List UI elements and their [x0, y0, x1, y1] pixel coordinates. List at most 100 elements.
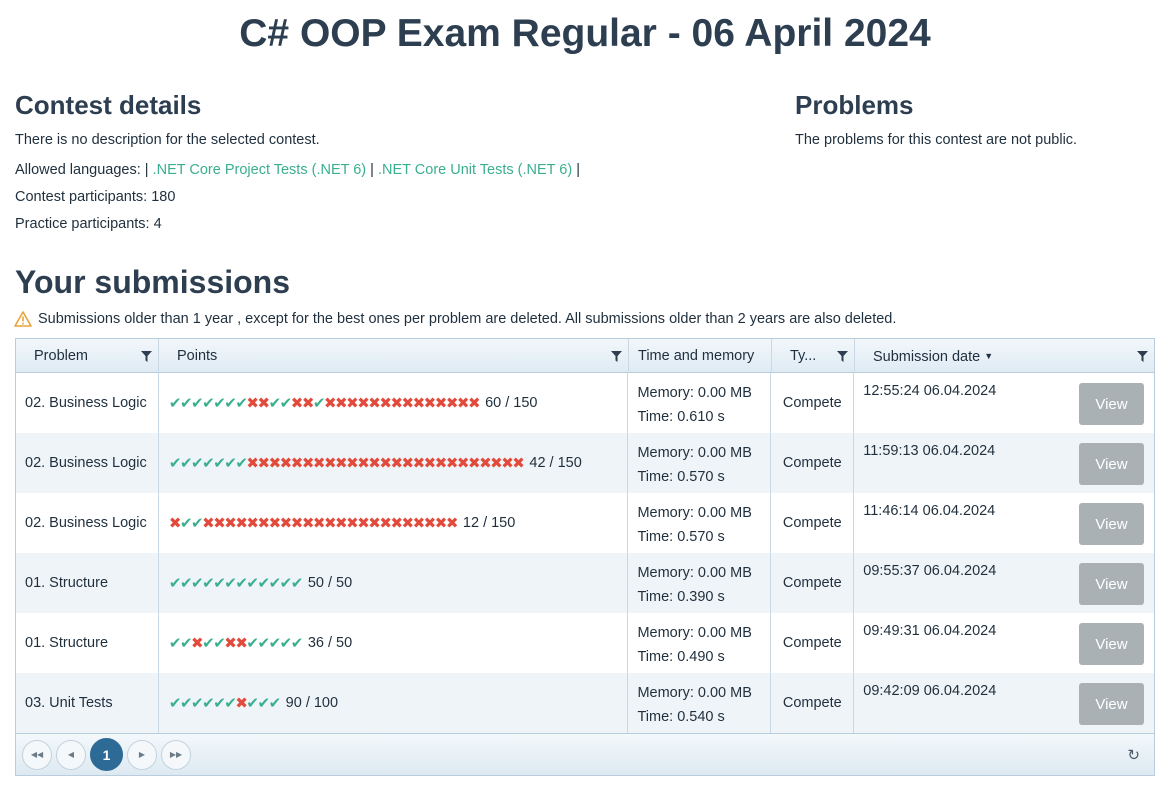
- problems-heading: Problems: [795, 90, 914, 120]
- submissions-grid: Problem Points Time and memory Ty... Sub…: [15, 338, 1155, 776]
- submission-date-cell: 11:46:14 06.04.2024 View: [854, 493, 1154, 553]
- column-header-type[interactable]: Ty...: [772, 339, 855, 373]
- points-value: 12 / 150: [462, 515, 516, 531]
- time-value: Time: 0.540 s: [637, 709, 725, 725]
- time-memory-cell: Memory: 0.00 MB Time: 0.490 s: [628, 613, 772, 673]
- test-failed-icon: ✖: [301, 455, 315, 472]
- grid-header: Problem Points Time and memory Ty... Sub…: [16, 339, 1154, 373]
- prev-page-icon[interactable]: ◀: [56, 739, 86, 770]
- submission-date: 11:46:14 06.04.2024: [863, 503, 996, 519]
- memory-value: Memory: 0.00 MB: [637, 385, 752, 401]
- test-passed-icon: ✔: [257, 635, 271, 652]
- view-button[interactable]: View: [1078, 563, 1144, 605]
- table-row: 01. Structure ✔✔✔✔✔✔✔✔✔✔✔✔ 50 / 50 Memory: …: [16, 553, 1154, 613]
- test-failed-icon: ✖: [346, 515, 359, 532]
- test-failed-icon: ✖: [390, 515, 403, 532]
- test-passed-icon: ✔: [191, 455, 204, 472]
- problem-cell: 01. Structure: [16, 613, 159, 673]
- filter-icon[interactable]: [141, 351, 152, 362]
- test-failed-icon: ✖: [501, 455, 514, 472]
- test-failed-icon: ✖: [423, 515, 437, 532]
- submission-date-cell: 09:49:31 06.04.2024 View: [854, 613, 1154, 673]
- filter-icon[interactable]: [837, 351, 848, 362]
- retention-warning: Submissions older than 1 year , except f…: [14, 311, 896, 327]
- submission-date-cell: 12:55:24 06.04.2024 View: [854, 373, 1154, 433]
- test-passed-icon: ✔: [246, 635, 259, 652]
- points-value: 36 / 50: [307, 635, 353, 651]
- submission-date: 12:55:24 06.04.2024: [863, 383, 997, 399]
- column-header-submission-date-label: Submission date: [873, 349, 981, 365]
- test-passed-icon: ✔: [246, 575, 259, 592]
- test-failed-icon: ✖: [445, 515, 459, 532]
- column-header-submission-date[interactable]: Submission date ▼: [855, 339, 1154, 373]
- test-failed-icon: ✖: [456, 395, 470, 412]
- view-button[interactable]: View: [1078, 443, 1144, 485]
- next-page-icon[interactable]: ▶: [127, 739, 157, 770]
- test-passed-icon: ✔: [268, 575, 282, 592]
- test-passed-icon: ✔: [279, 575, 293, 592]
- column-header-problem-label: Problem: [34, 348, 88, 364]
- test-failed-icon: ✖: [434, 455, 448, 472]
- view-button[interactable]: View: [1078, 683, 1144, 725]
- test-failed-icon: ✖: [246, 395, 259, 412]
- memory-value: Memory: 0.00 MB: [637, 565, 752, 581]
- submission-date-cell: 11:59:13 06.04.2024 View: [854, 433, 1154, 493]
- column-header-time-memory-label: Time and memory: [638, 348, 755, 364]
- test-passed-icon: ✔: [224, 695, 237, 712]
- test-failed-icon: ✖: [312, 455, 326, 472]
- test-failed-icon: ✖: [168, 515, 182, 532]
- language-link-unit-tests[interactable]: .NET Core Unit Tests (.NET 6): [378, 162, 572, 178]
- points-cell: ✔✔✖✔✔✖✖✔✔✔✔✔ 36 / 50: [159, 613, 629, 673]
- test-failed-icon: ✖: [512, 455, 525, 472]
- test-failed-icon: ✖: [301, 395, 315, 412]
- test-failed-icon: ✖: [368, 515, 381, 532]
- test-passed-icon: ✔: [268, 635, 282, 652]
- filter-icon[interactable]: [1137, 351, 1148, 362]
- test-failed-icon: ✖: [290, 455, 304, 472]
- submission-date-cell: 09:42:09 06.04.2024 View: [854, 673, 1154, 733]
- problem-cell: 03. Unit Tests: [16, 673, 159, 733]
- first-page-icon[interactable]: ◀◀: [22, 739, 52, 770]
- test-failed-icon: ✖: [301, 515, 315, 532]
- submissions-heading: Your submissions: [15, 264, 291, 300]
- test-failed-icon: ✖: [379, 395, 392, 412]
- type-cell: Compete: [771, 613, 855, 673]
- test-failed-icon: ✖: [423, 455, 437, 472]
- submission-date: 09:55:37 06.04.2024: [863, 563, 997, 579]
- time-value: Time: 0.570 s: [637, 469, 725, 485]
- view-button[interactable]: View: [1078, 383, 1144, 425]
- view-button[interactable]: View: [1078, 503, 1144, 545]
- test-failed-icon: ✖: [379, 515, 392, 532]
- test-failed-icon: ✖: [467, 395, 481, 412]
- test-passed-icon: ✔: [235, 455, 248, 472]
- test-passed-icon: ✔: [179, 515, 193, 532]
- column-header-time-memory[interactable]: Time and memory: [629, 339, 772, 373]
- test-failed-icon: ✖: [290, 515, 304, 532]
- test-results: ✔✔✔✔✔✔✖✔✔✔: [169, 694, 282, 712]
- table-row: 02. Business Logic ✔✔✔✔✔✔✔✖✖✖✖✖✖✖✖✖✖✖✖✖✖✖…: [16, 433, 1154, 493]
- last-page-icon[interactable]: ▶▶: [161, 739, 191, 770]
- filter-icon[interactable]: [611, 351, 622, 362]
- refresh-icon[interactable]: ↻: [1127, 746, 1140, 764]
- test-passed-icon: ✔: [290, 635, 304, 652]
- type-cell: Compete: [771, 373, 855, 433]
- test-passed-icon: ✔: [279, 395, 293, 412]
- column-header-problem[interactable]: Problem: [16, 339, 159, 373]
- memory-value: Memory: 0.00 MB: [637, 505, 752, 521]
- submission-date: 11:59:13 06.04.2024: [863, 443, 996, 459]
- test-passed-icon: ✔: [202, 455, 215, 472]
- language-link-project-tests[interactable]: .NET Core Project Tests (.NET 6): [153, 162, 367, 178]
- test-passed-icon: ✔: [268, 695, 282, 712]
- submission-date-cell: 09:55:37 06.04.2024 View: [854, 553, 1154, 613]
- column-header-points-label: Points: [177, 348, 218, 364]
- time-memory-cell: Memory: 0.00 MB Time: 0.610 s: [628, 373, 772, 433]
- view-button[interactable]: View: [1078, 623, 1144, 665]
- page-button-current[interactable]: 1: [90, 738, 123, 771]
- test-failed-icon: ✖: [445, 395, 459, 412]
- test-passed-icon: ✔: [312, 395, 326, 412]
- test-results: ✔✔✔✔✔✔✔✖✖✖✖✖✖✖✖✖✖✖✖✖✖✖✖✖✖✖✖✖✖✖✖✖: [169, 454, 525, 472]
- test-failed-icon: ✖: [323, 515, 337, 532]
- test-failed-icon: ✖: [456, 455, 470, 472]
- time-value: Time: 0.390 s: [637, 589, 725, 605]
- column-header-points[interactable]: Points: [159, 339, 629, 373]
